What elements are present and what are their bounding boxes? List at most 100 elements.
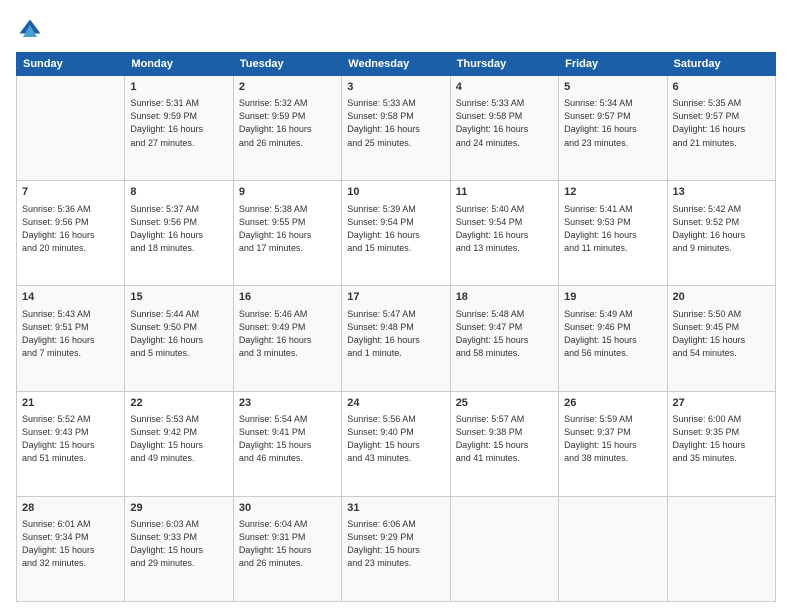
col-header-saturday: Saturday bbox=[667, 53, 775, 76]
week-row-4: 21 Sunrise: 5:52 AM Sunset: 9:43 PM Dayli… bbox=[17, 391, 776, 496]
day-info: Sunrise: 5:47 AM Sunset: 9:48 PM Dayligh… bbox=[347, 308, 444, 360]
col-header-thursday: Thursday bbox=[450, 53, 558, 76]
day-number: 21 bbox=[22, 396, 119, 411]
day-cell: 21 Sunrise: 5:52 AM Sunset: 9:43 PM Dayli… bbox=[17, 391, 125, 496]
day-info: Sunrise: 5:50 AM Sunset: 9:45 PM Dayligh… bbox=[673, 308, 770, 360]
day-cell: 7Sunrise: 5:36 AM Sunset: 9:56 PM Daylig… bbox=[17, 181, 125, 286]
day-cell: 29Sunrise: 6:03 AM Sunset: 9:33 PM Dayli… bbox=[125, 496, 233, 601]
day-number: 18 bbox=[456, 290, 553, 305]
day-cell: 16Sunrise: 5:46 AM Sunset: 9:49 PM Dayli… bbox=[233, 286, 341, 391]
day-number: 10 bbox=[347, 185, 444, 200]
day-cell: 10Sunrise: 5:39 AM Sunset: 9:54 PM Dayli… bbox=[342, 181, 450, 286]
day-info: Sunrise: 5:35 AM Sunset: 9:57 PM Dayligh… bbox=[673, 97, 770, 149]
day-number: 30 bbox=[239, 501, 336, 516]
day-number: 19 bbox=[564, 290, 661, 305]
day-number: 4 bbox=[456, 80, 553, 95]
day-cell: 26 Sunrise: 5:59 AM Sunset: 9:37 PM Dayli… bbox=[559, 391, 667, 496]
day-number: 6 bbox=[673, 80, 770, 95]
day-number: 17 bbox=[347, 290, 444, 305]
day-number: 5 bbox=[564, 80, 661, 95]
day-info: Sunrise: 5:56 AM Sunset: 9:40 PM Dayligh… bbox=[347, 413, 444, 465]
day-number: 8 bbox=[130, 185, 227, 200]
day-info: Sunrise: 5:43 AM Sunset: 9:51 PM Dayligh… bbox=[22, 308, 119, 360]
day-info: Sunrise: 5:33 AM Sunset: 9:58 PM Dayligh… bbox=[347, 97, 444, 149]
week-row-2: 7Sunrise: 5:36 AM Sunset: 9:56 PM Daylig… bbox=[17, 181, 776, 286]
day-cell: 28 Sunrise: 6:01 AM Sunset: 9:34 PM Dayli… bbox=[17, 496, 125, 601]
day-cell: 1 Sunrise: 5:31 AM Sunset: 9:59 PM Daylig… bbox=[125, 76, 233, 181]
col-header-friday: Friday bbox=[559, 53, 667, 76]
calendar-page: SundayMondayTuesdayWednesdayThursdayFrid… bbox=[0, 0, 792, 612]
day-cell bbox=[450, 496, 558, 601]
day-info: Sunrise: 5:48 AM Sunset: 9:47 PM Dayligh… bbox=[456, 308, 553, 360]
day-number: 26 bbox=[564, 396, 661, 411]
day-cell: 17 Sunrise: 5:47 AM Sunset: 9:48 PM Dayli… bbox=[342, 286, 450, 391]
day-cell: 18 Sunrise: 5:48 AM Sunset: 9:47 PM Dayli… bbox=[450, 286, 558, 391]
day-cell: 13Sunrise: 5:42 AM Sunset: 9:52 PM Dayli… bbox=[667, 181, 775, 286]
day-info: Sunrise: 6:01 AM Sunset: 9:34 PM Dayligh… bbox=[22, 518, 119, 570]
day-number: 2 bbox=[239, 80, 336, 95]
day-number: 15 bbox=[130, 290, 227, 305]
col-header-tuesday: Tuesday bbox=[233, 53, 341, 76]
day-cell: 8 Sunrise: 5:37 AM Sunset: 9:56 PM Daylig… bbox=[125, 181, 233, 286]
col-header-wednesday: Wednesday bbox=[342, 53, 450, 76]
day-number: 3 bbox=[347, 80, 444, 95]
day-cell bbox=[559, 496, 667, 601]
header-row: SundayMondayTuesdayWednesdayThursdayFrid… bbox=[17, 53, 776, 76]
day-number: 27 bbox=[673, 396, 770, 411]
day-info: Sunrise: 6:04 AM Sunset: 9:31 PM Dayligh… bbox=[239, 518, 336, 570]
week-row-1: 1 Sunrise: 5:31 AM Sunset: 9:59 PM Daylig… bbox=[17, 76, 776, 181]
day-info: Sunrise: 5:49 AM Sunset: 9:46 PM Dayligh… bbox=[564, 308, 661, 360]
day-cell: 19 Sunrise: 5:49 AM Sunset: 9:46 PM Dayli… bbox=[559, 286, 667, 391]
day-info: Sunrise: 5:44 AM Sunset: 9:50 PM Dayligh… bbox=[130, 308, 227, 360]
day-cell: 4 Sunrise: 5:33 AM Sunset: 9:58 PM Daylig… bbox=[450, 76, 558, 181]
day-info: Sunrise: 5:53 AM Sunset: 9:42 PM Dayligh… bbox=[130, 413, 227, 465]
week-row-3: 14 Sunrise: 5:43 AM Sunset: 9:51 PM Dayli… bbox=[17, 286, 776, 391]
day-info: Sunrise: 5:54 AM Sunset: 9:41 PM Dayligh… bbox=[239, 413, 336, 465]
week-row-5: 28 Sunrise: 6:01 AM Sunset: 9:34 PM Dayli… bbox=[17, 496, 776, 601]
day-info: Sunrise: 5:40 AM Sunset: 9:54 PM Dayligh… bbox=[456, 203, 553, 255]
day-info: Sunrise: 5:31 AM Sunset: 9:59 PM Dayligh… bbox=[130, 97, 227, 149]
day-number: 20 bbox=[673, 290, 770, 305]
day-cell: 3 Sunrise: 5:33 AM Sunset: 9:58 PM Daylig… bbox=[342, 76, 450, 181]
calendar-table: SundayMondayTuesdayWednesdayThursdayFrid… bbox=[16, 52, 776, 602]
day-cell: 31 Sunrise: 6:06 AM Sunset: 9:29 PM Dayli… bbox=[342, 496, 450, 601]
day-info: Sunrise: 6:03 AM Sunset: 9:33 PM Dayligh… bbox=[130, 518, 227, 570]
day-info: Sunrise: 5:59 AM Sunset: 9:37 PM Dayligh… bbox=[564, 413, 661, 465]
day-number: 22 bbox=[130, 396, 227, 411]
day-info: Sunrise: 5:42 AM Sunset: 9:52 PM Dayligh… bbox=[673, 203, 770, 255]
day-number: 9 bbox=[239, 185, 336, 200]
day-number: 14 bbox=[22, 290, 119, 305]
col-header-monday: Monday bbox=[125, 53, 233, 76]
day-cell bbox=[667, 496, 775, 601]
day-number: 23 bbox=[239, 396, 336, 411]
day-info: Sunrise: 5:33 AM Sunset: 9:58 PM Dayligh… bbox=[456, 97, 553, 149]
day-cell: 6 Sunrise: 5:35 AM Sunset: 9:57 PM Daylig… bbox=[667, 76, 775, 181]
day-info: Sunrise: 6:06 AM Sunset: 9:29 PM Dayligh… bbox=[347, 518, 444, 570]
day-number: 25 bbox=[456, 396, 553, 411]
day-cell: 2Sunrise: 5:32 AM Sunset: 9:59 PM Daylig… bbox=[233, 76, 341, 181]
day-cell bbox=[17, 76, 125, 181]
day-info: Sunrise: 5:57 AM Sunset: 9:38 PM Dayligh… bbox=[456, 413, 553, 465]
day-cell: 14 Sunrise: 5:43 AM Sunset: 9:51 PM Dayli… bbox=[17, 286, 125, 391]
day-info: Sunrise: 5:37 AM Sunset: 9:56 PM Dayligh… bbox=[130, 203, 227, 255]
day-number: 24 bbox=[347, 396, 444, 411]
day-cell: 27 Sunrise: 6:00 AM Sunset: 9:35 PM Dayli… bbox=[667, 391, 775, 496]
day-info: Sunrise: 5:36 AM Sunset: 9:56 PM Dayligh… bbox=[22, 203, 119, 255]
day-cell: 23 Sunrise: 5:54 AM Sunset: 9:41 PM Dayli… bbox=[233, 391, 341, 496]
day-number: 1 bbox=[130, 80, 227, 95]
day-number: 31 bbox=[347, 501, 444, 516]
day-info: Sunrise: 5:52 AM Sunset: 9:43 PM Dayligh… bbox=[22, 413, 119, 465]
day-info: Sunrise: 5:34 AM Sunset: 9:57 PM Dayligh… bbox=[564, 97, 661, 149]
day-cell: 25 Sunrise: 5:57 AM Sunset: 9:38 PM Dayli… bbox=[450, 391, 558, 496]
day-number: 12 bbox=[564, 185, 661, 200]
day-cell: 30 Sunrise: 6:04 AM Sunset: 9:31 PM Dayli… bbox=[233, 496, 341, 601]
day-info: Sunrise: 6:00 AM Sunset: 9:35 PM Dayligh… bbox=[673, 413, 770, 465]
day-info: Sunrise: 5:38 AM Sunset: 9:55 PM Dayligh… bbox=[239, 203, 336, 255]
logo bbox=[16, 16, 48, 44]
logo-icon bbox=[16, 16, 44, 44]
day-cell: 9 Sunrise: 5:38 AM Sunset: 9:55 PM Daylig… bbox=[233, 181, 341, 286]
day-cell: 5 Sunrise: 5:34 AM Sunset: 9:57 PM Daylig… bbox=[559, 76, 667, 181]
day-number: 28 bbox=[22, 501, 119, 516]
day-info: Sunrise: 5:41 AM Sunset: 9:53 PM Dayligh… bbox=[564, 203, 661, 255]
day-cell: 11Sunrise: 5:40 AM Sunset: 9:54 PM Dayli… bbox=[450, 181, 558, 286]
